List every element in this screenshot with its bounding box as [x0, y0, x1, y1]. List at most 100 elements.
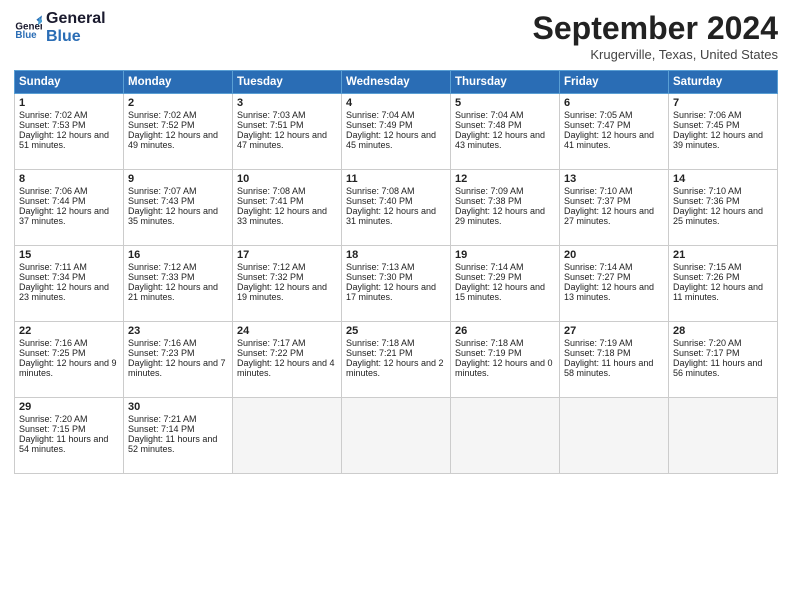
daylight-text: Daylight: 12 hours and 2 minutes. [346, 358, 444, 378]
sunset-text: Sunset: 7:15 PM [19, 424, 86, 434]
daylight-text: Daylight: 12 hours and 21 minutes. [128, 282, 218, 302]
day-number: 7 [673, 97, 773, 109]
daylight-text: Daylight: 12 hours and 41 minutes. [564, 130, 654, 150]
sunrise-text: Sunrise: 7:08 AM [346, 186, 415, 196]
sunrise-text: Sunrise: 7:07 AM [128, 186, 197, 196]
sunrise-text: Sunrise: 7:02 AM [19, 110, 88, 120]
sunset-text: Sunset: 7:33 PM [128, 272, 195, 282]
day-number: 24 [237, 325, 337, 337]
daylight-text: Daylight: 12 hours and 4 minutes. [237, 358, 335, 378]
calendar-cell [233, 398, 342, 474]
day-number: 4 [346, 97, 446, 109]
title-block: September 2024 Krugerville, Texas, Unite… [533, 10, 778, 62]
sunset-text: Sunset: 7:45 PM [673, 120, 740, 130]
calendar-cell [342, 398, 451, 474]
logo-general: General [46, 10, 106, 28]
calendar-cell: 12 Sunrise: 7:09 AM Sunset: 7:38 PM Dayl… [451, 170, 560, 246]
calendar-table: Sunday Monday Tuesday Wednesday Thursday… [14, 70, 778, 474]
header-friday: Friday [560, 71, 669, 94]
daylight-text: Daylight: 12 hours and 17 minutes. [346, 282, 436, 302]
calendar-cell: 19 Sunrise: 7:14 AM Sunset: 7:29 PM Dayl… [451, 246, 560, 322]
header-sunday: Sunday [15, 71, 124, 94]
sunrise-text: Sunrise: 7:05 AM [564, 110, 633, 120]
sunrise-text: Sunrise: 7:10 AM [564, 186, 633, 196]
daylight-text: Daylight: 11 hours and 52 minutes. [128, 434, 217, 454]
calendar-cell: 3 Sunrise: 7:03 AM Sunset: 7:51 PM Dayli… [233, 94, 342, 170]
header-wednesday: Wednesday [342, 71, 451, 94]
sunset-text: Sunset: 7:32 PM [237, 272, 304, 282]
sunrise-text: Sunrise: 7:08 AM [237, 186, 306, 196]
location: Krugerville, Texas, United States [533, 47, 778, 62]
day-number: 21 [673, 249, 773, 261]
daylight-text: Daylight: 12 hours and 37 minutes. [19, 206, 109, 226]
sunrise-text: Sunrise: 7:18 AM [455, 338, 524, 348]
calendar-cell: 7 Sunrise: 7:06 AM Sunset: 7:45 PM Dayli… [669, 94, 778, 170]
daylight-text: Daylight: 12 hours and 43 minutes. [455, 130, 545, 150]
sunset-text: Sunset: 7:43 PM [128, 196, 195, 206]
calendar-cell: 14 Sunrise: 7:10 AM Sunset: 7:36 PM Dayl… [669, 170, 778, 246]
sunset-text: Sunset: 7:52 PM [128, 120, 195, 130]
daylight-text: Daylight: 12 hours and 23 minutes. [19, 282, 109, 302]
daylight-text: Daylight: 12 hours and 39 minutes. [673, 130, 763, 150]
day-number: 1 [19, 97, 119, 109]
calendar-cell: 26 Sunrise: 7:18 AM Sunset: 7:19 PM Dayl… [451, 322, 560, 398]
sunset-text: Sunset: 7:53 PM [19, 120, 86, 130]
sunset-text: Sunset: 7:41 PM [237, 196, 304, 206]
day-number: 10 [237, 173, 337, 185]
day-number: 29 [19, 401, 119, 413]
sunset-text: Sunset: 7:27 PM [564, 272, 631, 282]
sunrise-text: Sunrise: 7:06 AM [19, 186, 88, 196]
calendar-cell: 13 Sunrise: 7:10 AM Sunset: 7:37 PM Dayl… [560, 170, 669, 246]
calendar-cell: 1 Sunrise: 7:02 AM Sunset: 7:53 PM Dayli… [15, 94, 124, 170]
daylight-text: Daylight: 12 hours and 31 minutes. [346, 206, 436, 226]
sunset-text: Sunset: 7:17 PM [673, 348, 740, 358]
sunset-text: Sunset: 7:22 PM [237, 348, 304, 358]
calendar-cell: 8 Sunrise: 7:06 AM Sunset: 7:44 PM Dayli… [15, 170, 124, 246]
sunset-text: Sunset: 7:44 PM [19, 196, 86, 206]
logo-blue: Blue [46, 28, 106, 46]
sunset-text: Sunset: 7:37 PM [564, 196, 631, 206]
daylight-text: Daylight: 12 hours and 51 minutes. [19, 130, 109, 150]
sunset-text: Sunset: 7:34 PM [19, 272, 86, 282]
sunrise-text: Sunrise: 7:21 AM [128, 414, 197, 424]
daylight-text: Daylight: 12 hours and 29 minutes. [455, 206, 545, 226]
day-number: 27 [564, 325, 664, 337]
day-number: 26 [455, 325, 555, 337]
sunrise-text: Sunrise: 7:16 AM [128, 338, 197, 348]
header-row: Sunday Monday Tuesday Wednesday Thursday… [15, 71, 778, 94]
logo: General Blue General Blue [14, 10, 106, 45]
day-number: 12 [455, 173, 555, 185]
calendar-week-4: 22 Sunrise: 7:16 AM Sunset: 7:25 PM Dayl… [15, 322, 778, 398]
sunset-text: Sunset: 7:40 PM [346, 196, 413, 206]
calendar-cell: 24 Sunrise: 7:17 AM Sunset: 7:22 PM Dayl… [233, 322, 342, 398]
page: General Blue General Blue September 2024… [0, 0, 792, 612]
day-number: 8 [19, 173, 119, 185]
calendar-week-2: 8 Sunrise: 7:06 AM Sunset: 7:44 PM Dayli… [15, 170, 778, 246]
calendar-cell: 21 Sunrise: 7:15 AM Sunset: 7:26 PM Dayl… [669, 246, 778, 322]
sunrise-text: Sunrise: 7:17 AM [237, 338, 306, 348]
calendar-cell: 9 Sunrise: 7:07 AM Sunset: 7:43 PM Dayli… [124, 170, 233, 246]
calendar-cell [669, 398, 778, 474]
calendar-cell: 22 Sunrise: 7:16 AM Sunset: 7:25 PM Dayl… [15, 322, 124, 398]
sunset-text: Sunset: 7:14 PM [128, 424, 195, 434]
sunset-text: Sunset: 7:23 PM [128, 348, 195, 358]
sunrise-text: Sunrise: 7:20 AM [673, 338, 742, 348]
header-tuesday: Tuesday [233, 71, 342, 94]
calendar-cell: 17 Sunrise: 7:12 AM Sunset: 7:32 PM Dayl… [233, 246, 342, 322]
calendar-week-1: 1 Sunrise: 7:02 AM Sunset: 7:53 PM Dayli… [15, 94, 778, 170]
day-number: 16 [128, 249, 228, 261]
sunset-text: Sunset: 7:48 PM [455, 120, 522, 130]
sunrise-text: Sunrise: 7:14 AM [455, 262, 524, 272]
daylight-text: Daylight: 12 hours and 7 minutes. [128, 358, 226, 378]
sunrise-text: Sunrise: 7:06 AM [673, 110, 742, 120]
sunrise-text: Sunrise: 7:20 AM [19, 414, 88, 424]
day-number: 22 [19, 325, 119, 337]
calendar-cell: 18 Sunrise: 7:13 AM Sunset: 7:30 PM Dayl… [342, 246, 451, 322]
sunset-text: Sunset: 7:25 PM [19, 348, 86, 358]
day-number: 3 [237, 97, 337, 109]
sunrise-text: Sunrise: 7:16 AM [19, 338, 88, 348]
month-title: September 2024 [533, 10, 778, 47]
header: General Blue General Blue September 2024… [14, 10, 778, 62]
sunset-text: Sunset: 7:21 PM [346, 348, 413, 358]
day-number: 18 [346, 249, 446, 261]
